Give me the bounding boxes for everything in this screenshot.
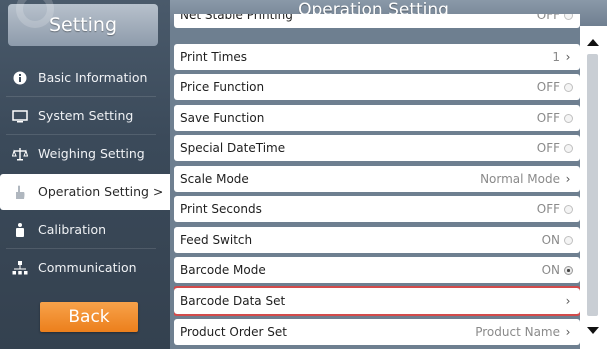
sidebar-item-label: Basic Information <box>38 70 148 85</box>
divider <box>6 248 156 249</box>
list-item[interactable]: Price Function OFF <box>174 74 580 100</box>
divider <box>6 96 156 97</box>
list-item[interactable]: Net Stable Printing OFF <box>174 14 580 28</box>
scroll-track[interactable] <box>587 54 598 316</box>
list-item[interactable]: Print Times 1 › <box>174 44 580 70</box>
row-label: Price Function <box>180 80 265 94</box>
row-label: Special DateTime <box>180 141 286 155</box>
scale-icon <box>12 146 28 162</box>
monitor-icon <box>12 108 28 124</box>
row-value: 1 <box>552 50 560 64</box>
list-item[interactable]: Barcode Mode ON <box>174 257 580 283</box>
toggle-off-icon <box>562 135 574 161</box>
toggle-off-icon <box>562 74 574 100</box>
toggle-off-icon <box>562 196 574 222</box>
toggle-off-icon <box>562 105 574 131</box>
row-value: OFF <box>536 202 560 216</box>
arrow-up-icon <box>587 38 599 46</box>
list-item[interactable]: Feed Switch ON <box>174 227 580 253</box>
scrollbar[interactable] <box>580 26 607 349</box>
sidebar-item-operation-setting[interactable]: Operation Setting > <box>0 174 172 210</box>
list-item[interactable]: Product Order Set Product Name › <box>174 319 580 345</box>
list-item[interactable]: Print Seconds OFF <box>174 196 580 222</box>
sidebar-item-system-setting[interactable]: System Setting <box>0 98 170 134</box>
row-label: Save Function <box>180 111 265 125</box>
row-label: Feed Switch <box>180 233 253 247</box>
sidebar-item-calibration[interactable]: Calibration <box>0 212 170 248</box>
row-label: Product Order Set <box>180 325 287 339</box>
chevron-right-icon: › <box>565 50 571 64</box>
chevron-right-icon: › <box>565 172 571 186</box>
hand-icon <box>12 184 28 200</box>
row-value: Product Name <box>475 325 560 339</box>
sidebar-item-label: Calibration <box>38 222 107 237</box>
divider <box>6 134 156 135</box>
back-button[interactable]: Back <box>40 302 138 332</box>
chevron-right-icon: › <box>565 294 571 308</box>
list-item[interactable]: Scale Mode Normal Mode › <box>174 166 580 192</box>
sidebar-item-basic-information[interactable]: Basic Information <box>0 60 170 96</box>
row-value: OFF <box>536 14 560 22</box>
sidebar-item-label: Communication <box>38 260 137 275</box>
toggle-off-icon <box>562 14 574 28</box>
network-icon <box>12 260 28 276</box>
scroll-down-button[interactable] <box>583 322 603 338</box>
sidebar-item-label: Operation Setting > <box>38 184 164 199</box>
list-item-selected[interactable]: Barcode Data Set › <box>174 286 580 316</box>
sidebar-item-label: Weighing Setting <box>38 146 145 161</box>
row-value: OFF <box>536 141 560 155</box>
scroll-up-button[interactable] <box>583 34 603 50</box>
settings-list: Net Stable Printing OFF Print Times 1 › … <box>174 14 580 349</box>
list-item[interactable]: Special DateTime OFF <box>174 135 580 161</box>
arrow-down-icon <box>587 326 599 334</box>
row-value: OFF <box>536 111 560 125</box>
toggle-off-icon <box>562 227 574 253</box>
row-label: Print Times <box>180 50 248 64</box>
main-panel: Operation Setting Net Stable Printing OF… <box>170 0 607 349</box>
list-item[interactable]: Save Function OFF <box>174 105 580 131</box>
sidebar-item-weighing-setting[interactable]: Weighing Setting <box>0 136 170 172</box>
row-label: Barcode Data Set <box>180 294 286 308</box>
row-value: ON <box>541 263 560 277</box>
sidebar-title: Setting <box>8 0 158 46</box>
row-label: Net Stable Printing <box>180 14 293 22</box>
row-label: Barcode Mode <box>180 263 266 277</box>
sidebar-title-label: Setting <box>48 14 118 36</box>
sidebar: Setting Basic Information System Setting… <box>0 0 172 349</box>
sidebar-item-communication[interactable]: Communication <box>0 250 170 286</box>
row-label: Print Seconds <box>180 202 262 216</box>
toggle-on-icon <box>562 257 574 283</box>
sidebar-item-label: System Setting <box>38 108 134 123</box>
row-value: ON <box>541 233 560 247</box>
row-value: Normal Mode <box>480 172 560 186</box>
row-value: OFF <box>536 80 560 94</box>
chevron-right-icon: › <box>565 325 571 339</box>
row-label: Scale Mode <box>180 172 249 186</box>
info-icon <box>12 70 28 86</box>
weight-icon <box>12 222 28 238</box>
